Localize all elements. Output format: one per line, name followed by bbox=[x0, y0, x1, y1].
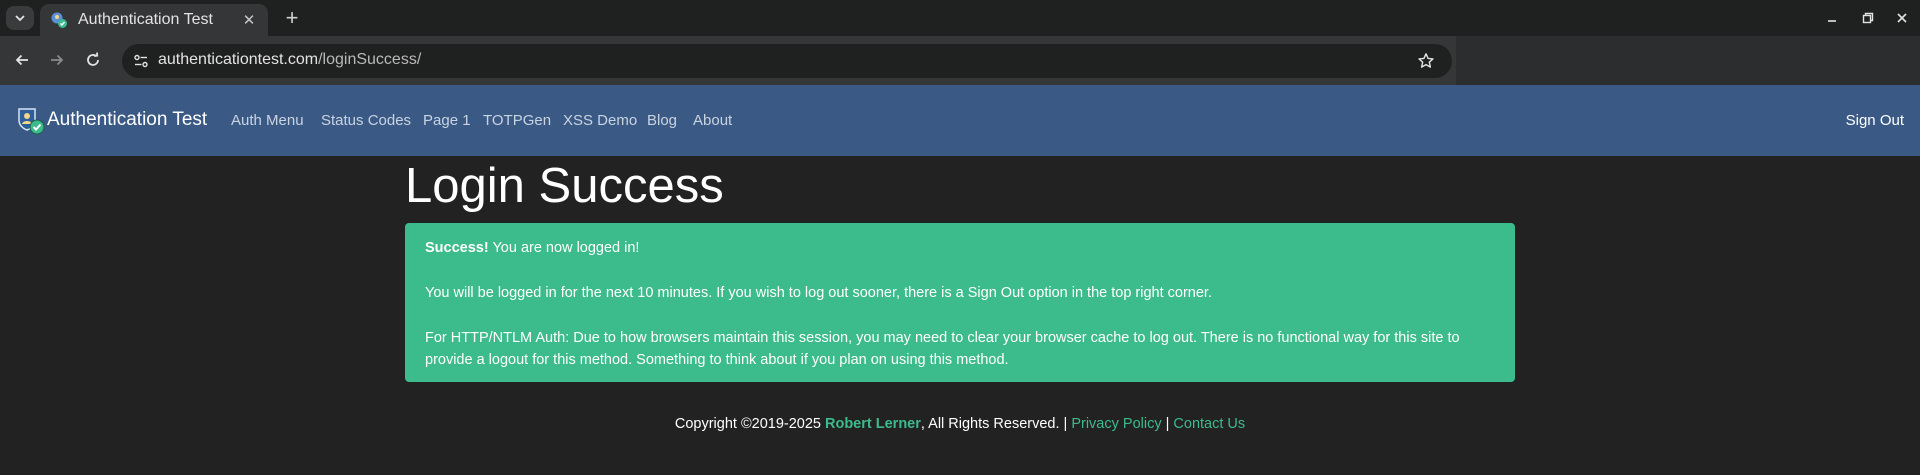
sign-out-link[interactable]: Sign Out bbox=[1846, 112, 1904, 129]
alert-line-1: Success! You are now logged in! bbox=[425, 237, 1495, 259]
nav-link-page-1[interactable]: Page 1 bbox=[423, 112, 471, 129]
site-info-icon[interactable] bbox=[130, 50, 152, 72]
alert-line-2: You will be logged in for the next 10 mi… bbox=[425, 285, 1212, 301]
site-favicon-icon bbox=[51, 12, 67, 28]
nav-link-totpgen[interactable]: TOTPGen bbox=[483, 112, 551, 129]
brand-logo-icon[interactable] bbox=[15, 106, 45, 136]
site-brand[interactable]: Authentication Test bbox=[47, 109, 207, 131]
alert-line-3a: For HTTP/NTLM Auth: Due to how browsers … bbox=[425, 330, 1460, 346]
url-text[interactable]: authenticationtest.com/loginSuccess/ bbox=[158, 51, 421, 69]
toolbar-extension-area bbox=[1456, 36, 1920, 85]
chevron-down-icon bbox=[15, 15, 25, 22]
restore-icon[interactable] bbox=[1858, 8, 1878, 28]
alert-line-1-text: You are now logged in! bbox=[488, 240, 640, 256]
nav-link-xss-demo[interactable]: XSS Demo bbox=[563, 112, 637, 129]
footer-copyright: Copyright ©2019-2025 bbox=[674, 416, 825, 432]
tab-title: Authentication Test bbox=[78, 11, 213, 28]
bookmark-star-icon[interactable] bbox=[1414, 49, 1438, 73]
tab-search-button[interactable] bbox=[6, 6, 34, 30]
url-path: /loginSuccess/ bbox=[318, 51, 422, 68]
nav-link-auth-menu[interactable]: Auth Menu bbox=[231, 112, 304, 129]
footer-rights: , All Rights Reserved. | bbox=[920, 416, 1072, 432]
contact-us-link[interactable]: Contact Us bbox=[1173, 416, 1245, 432]
footer: Copyright ©2019-2025 Robert Lerner, All … bbox=[0, 416, 1920, 432]
nav-link-about[interactable]: About bbox=[693, 112, 732, 129]
back-arrow-icon[interactable] bbox=[10, 48, 34, 72]
reload-icon[interactable] bbox=[81, 48, 105, 72]
alert-line-3b: provide a logout for this method. Someth… bbox=[425, 352, 1009, 368]
footer-separator: | bbox=[1161, 416, 1174, 432]
nav-link-blog[interactable]: Blog bbox=[647, 112, 677, 129]
forward-arrow-icon[interactable] bbox=[45, 48, 69, 72]
nav-link-status-codes[interactable]: Status Codes bbox=[321, 112, 411, 129]
close-window-icon[interactable] bbox=[1892, 8, 1912, 28]
url-host: authenticationtest.com bbox=[158, 51, 319, 68]
page-title: Login Success bbox=[405, 159, 724, 213]
browser-tab-active[interactable]: Authentication Test ✕ bbox=[40, 4, 268, 36]
alert-strong: Success! bbox=[425, 240, 489, 256]
privacy-policy-link[interactable]: Privacy Policy bbox=[1071, 416, 1161, 432]
minimize-icon[interactable] bbox=[1822, 8, 1842, 28]
footer-author-link[interactable]: Robert Lerner bbox=[825, 416, 921, 432]
success-alert: Success! You are now logged in! You will… bbox=[405, 223, 1515, 382]
close-tab-icon[interactable]: ✕ bbox=[240, 11, 258, 29]
new-tab-button[interactable]: + bbox=[280, 5, 304, 31]
